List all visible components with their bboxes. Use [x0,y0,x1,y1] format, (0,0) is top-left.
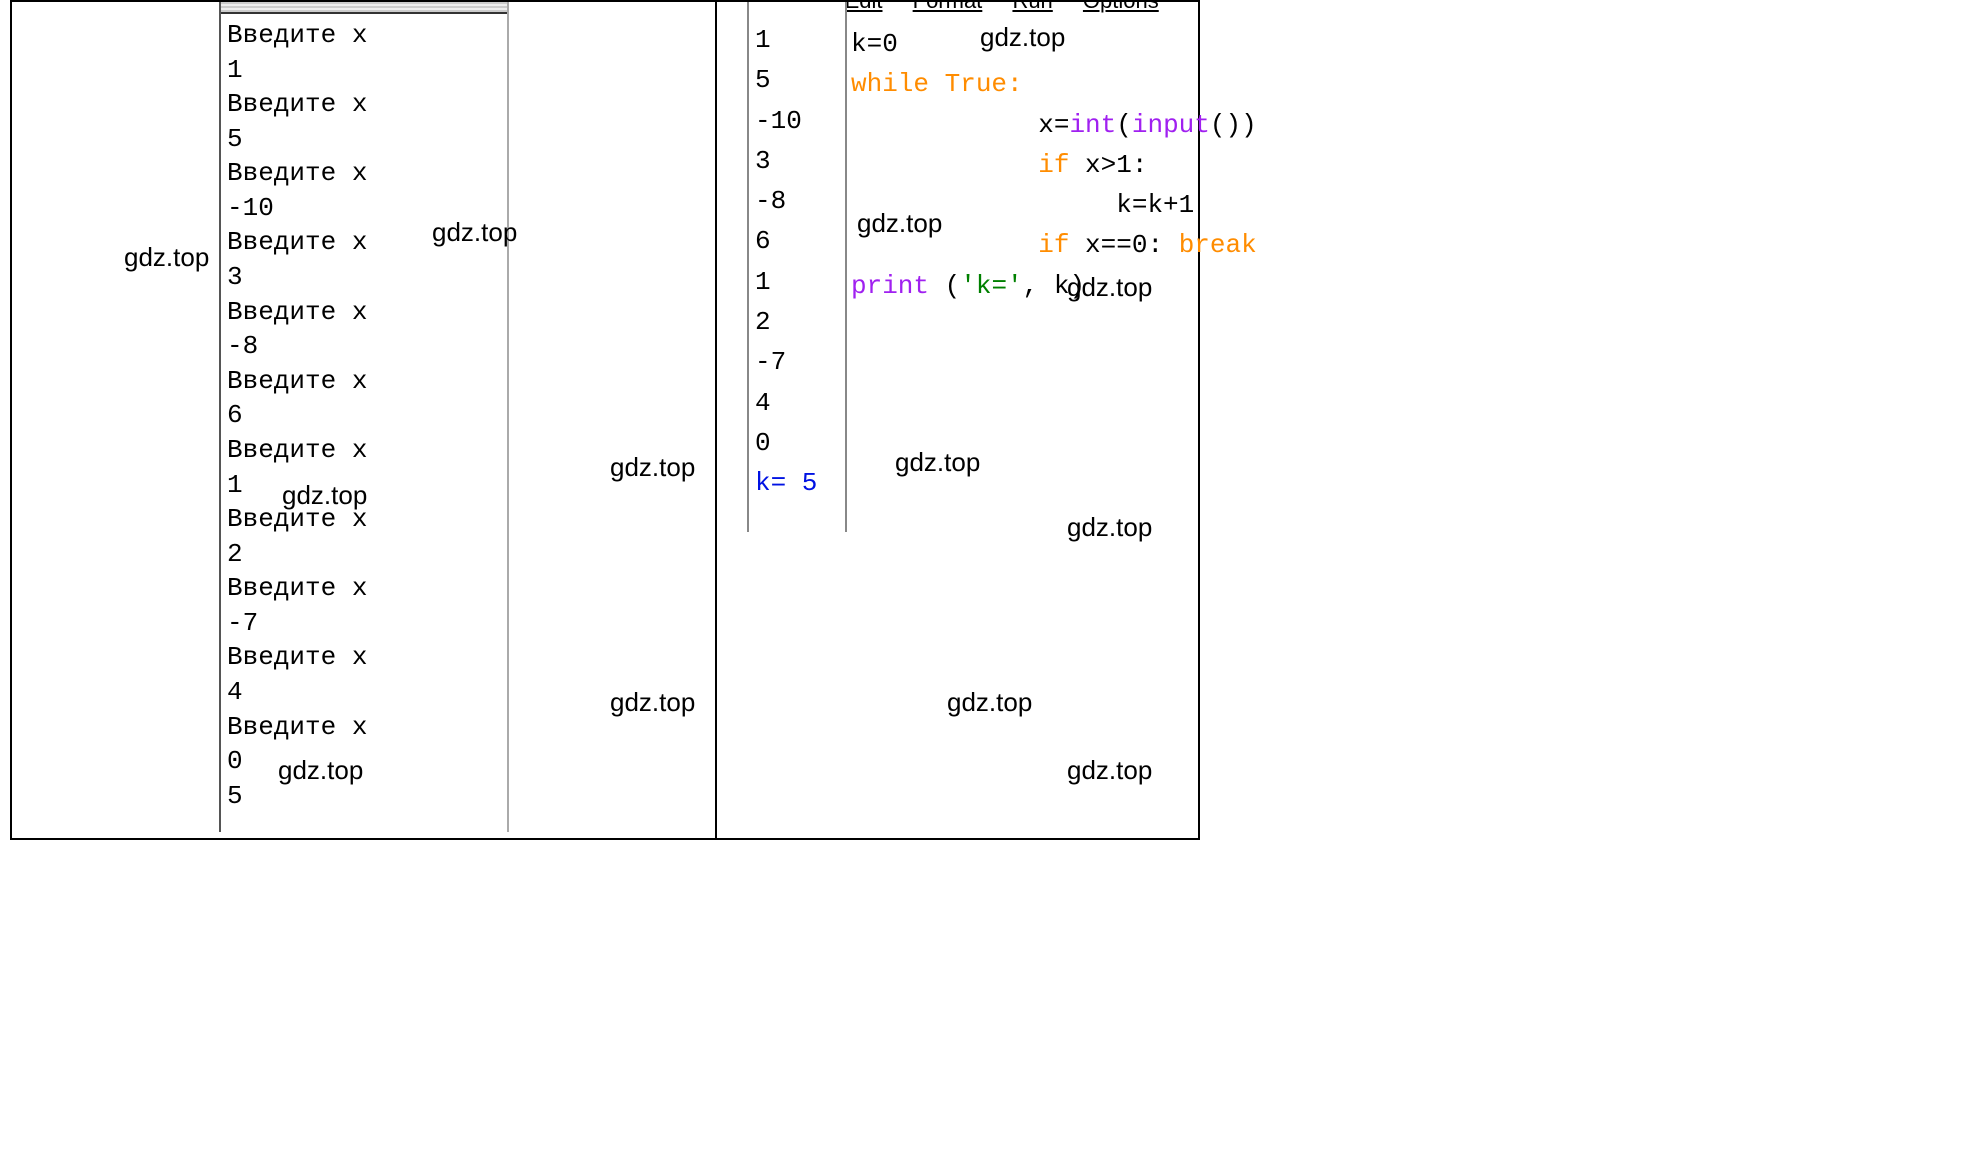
console-line: Введите x [227,89,367,119]
watermark-text: gdz.top [432,217,517,248]
code-number: 1 [1179,190,1195,220]
console-line: Введите x [227,642,367,672]
console-line: -7 [227,608,258,638]
watermark-text: gdz.top [1067,272,1152,303]
watermark-text: gdz.top [278,755,363,786]
watermark-text: gdz.top [980,22,1065,53]
console-line: Введите x [227,227,367,257]
console-line: 5 [227,124,243,154]
shell-line: -7 [755,347,786,377]
watermark-text: gdz.top [1067,512,1152,543]
code-keyword: if [1038,150,1069,180]
console-line: -10 [227,193,274,223]
left-console-window: Введите x 1 Введите x 5 Введите x -10 Вв… [219,2,509,832]
console-line: 3 [227,262,243,292]
shell-line: 3 [755,146,771,176]
code-text: ()) [1210,110,1257,140]
console-line: Введите x [227,297,367,327]
console-line: -8 [227,331,258,361]
shell-line: 4 [755,388,771,418]
code-text: ( [929,271,960,301]
code-editor[interactable]: k=0 while True: x=int(input()) if x>1: k… [845,2,1325,302]
code-builtin: input [1132,110,1210,140]
shell-line: -10 [755,106,802,136]
code-builtin: int [1069,110,1116,140]
watermark-text: gdz.top [895,447,980,478]
code-text: ( [1116,110,1132,140]
outer-table: Введите x 1 Введите x 5 Введите x -10 Вв… [10,0,1200,840]
shell-line: -8 [755,186,786,216]
console-line: Введите x [227,366,367,396]
shell-result: k= 5 [755,468,817,498]
code-keyword: True: [929,69,1023,99]
code-builtin: print [851,271,929,301]
right-shell-output: 1 5 -10 3 -8 6 1 2 -7 4 0 k= 5 [747,2,847,532]
code-number: 1 [1116,150,1132,180]
shell-line: 0 [755,428,771,458]
watermark-text: gdz.top [1067,755,1152,786]
code-text [851,150,1038,180]
watermark-text: gdz.top [947,687,1032,718]
code-number: 0 [882,29,898,59]
console-line: 4 [227,677,243,707]
shell-line: 6 [755,226,771,256]
shell-line: 2 [755,307,771,337]
code-text: : [1132,150,1148,180]
right-cell: File Edit Format Run Options 1 5 -10 3 -… [717,2,1198,838]
console-line: Введите x [227,573,367,603]
shell-line: 5 [755,65,771,95]
code-text: k= [851,29,882,59]
code-text: x== [1069,230,1131,260]
left-console-titlebar [221,2,507,14]
console-line: Введите x [227,158,367,188]
watermark-text: gdz.top [282,480,367,511]
watermark-text: gdz.top [124,242,209,273]
watermark-text: gdz.top [610,687,695,718]
console-line: 6 [227,400,243,430]
console-line: Введите x [227,712,367,742]
console-line: 0 [227,746,243,776]
shell-line: 1 [755,267,771,297]
code-text: : [1147,230,1178,260]
watermark-text: gdz.top [857,208,942,239]
console-line: Введите x [227,20,367,50]
console-line: 5 [227,781,243,811]
code-keyword: while [851,69,929,99]
console-line: 2 [227,539,243,569]
code-text: x= [851,110,1069,140]
left-cell: Введите x 1 Введите x 5 Введите x -10 Вв… [12,2,717,838]
shell-line: 1 [755,25,771,55]
console-line: 1 [227,470,243,500]
code-text: x> [1069,150,1116,180]
left-console-output: Введите x 1 Введите x 5 Введите x -10 Вв… [221,14,507,817]
code-keyword: if [1038,230,1069,260]
code-number: 0 [1132,230,1148,260]
console-line: Введите x [227,435,367,465]
code-keyword: break [1179,230,1257,260]
console-line: 1 [227,55,243,85]
code-string: 'k=' [960,271,1022,301]
watermark-text: gdz.top [610,452,695,483]
